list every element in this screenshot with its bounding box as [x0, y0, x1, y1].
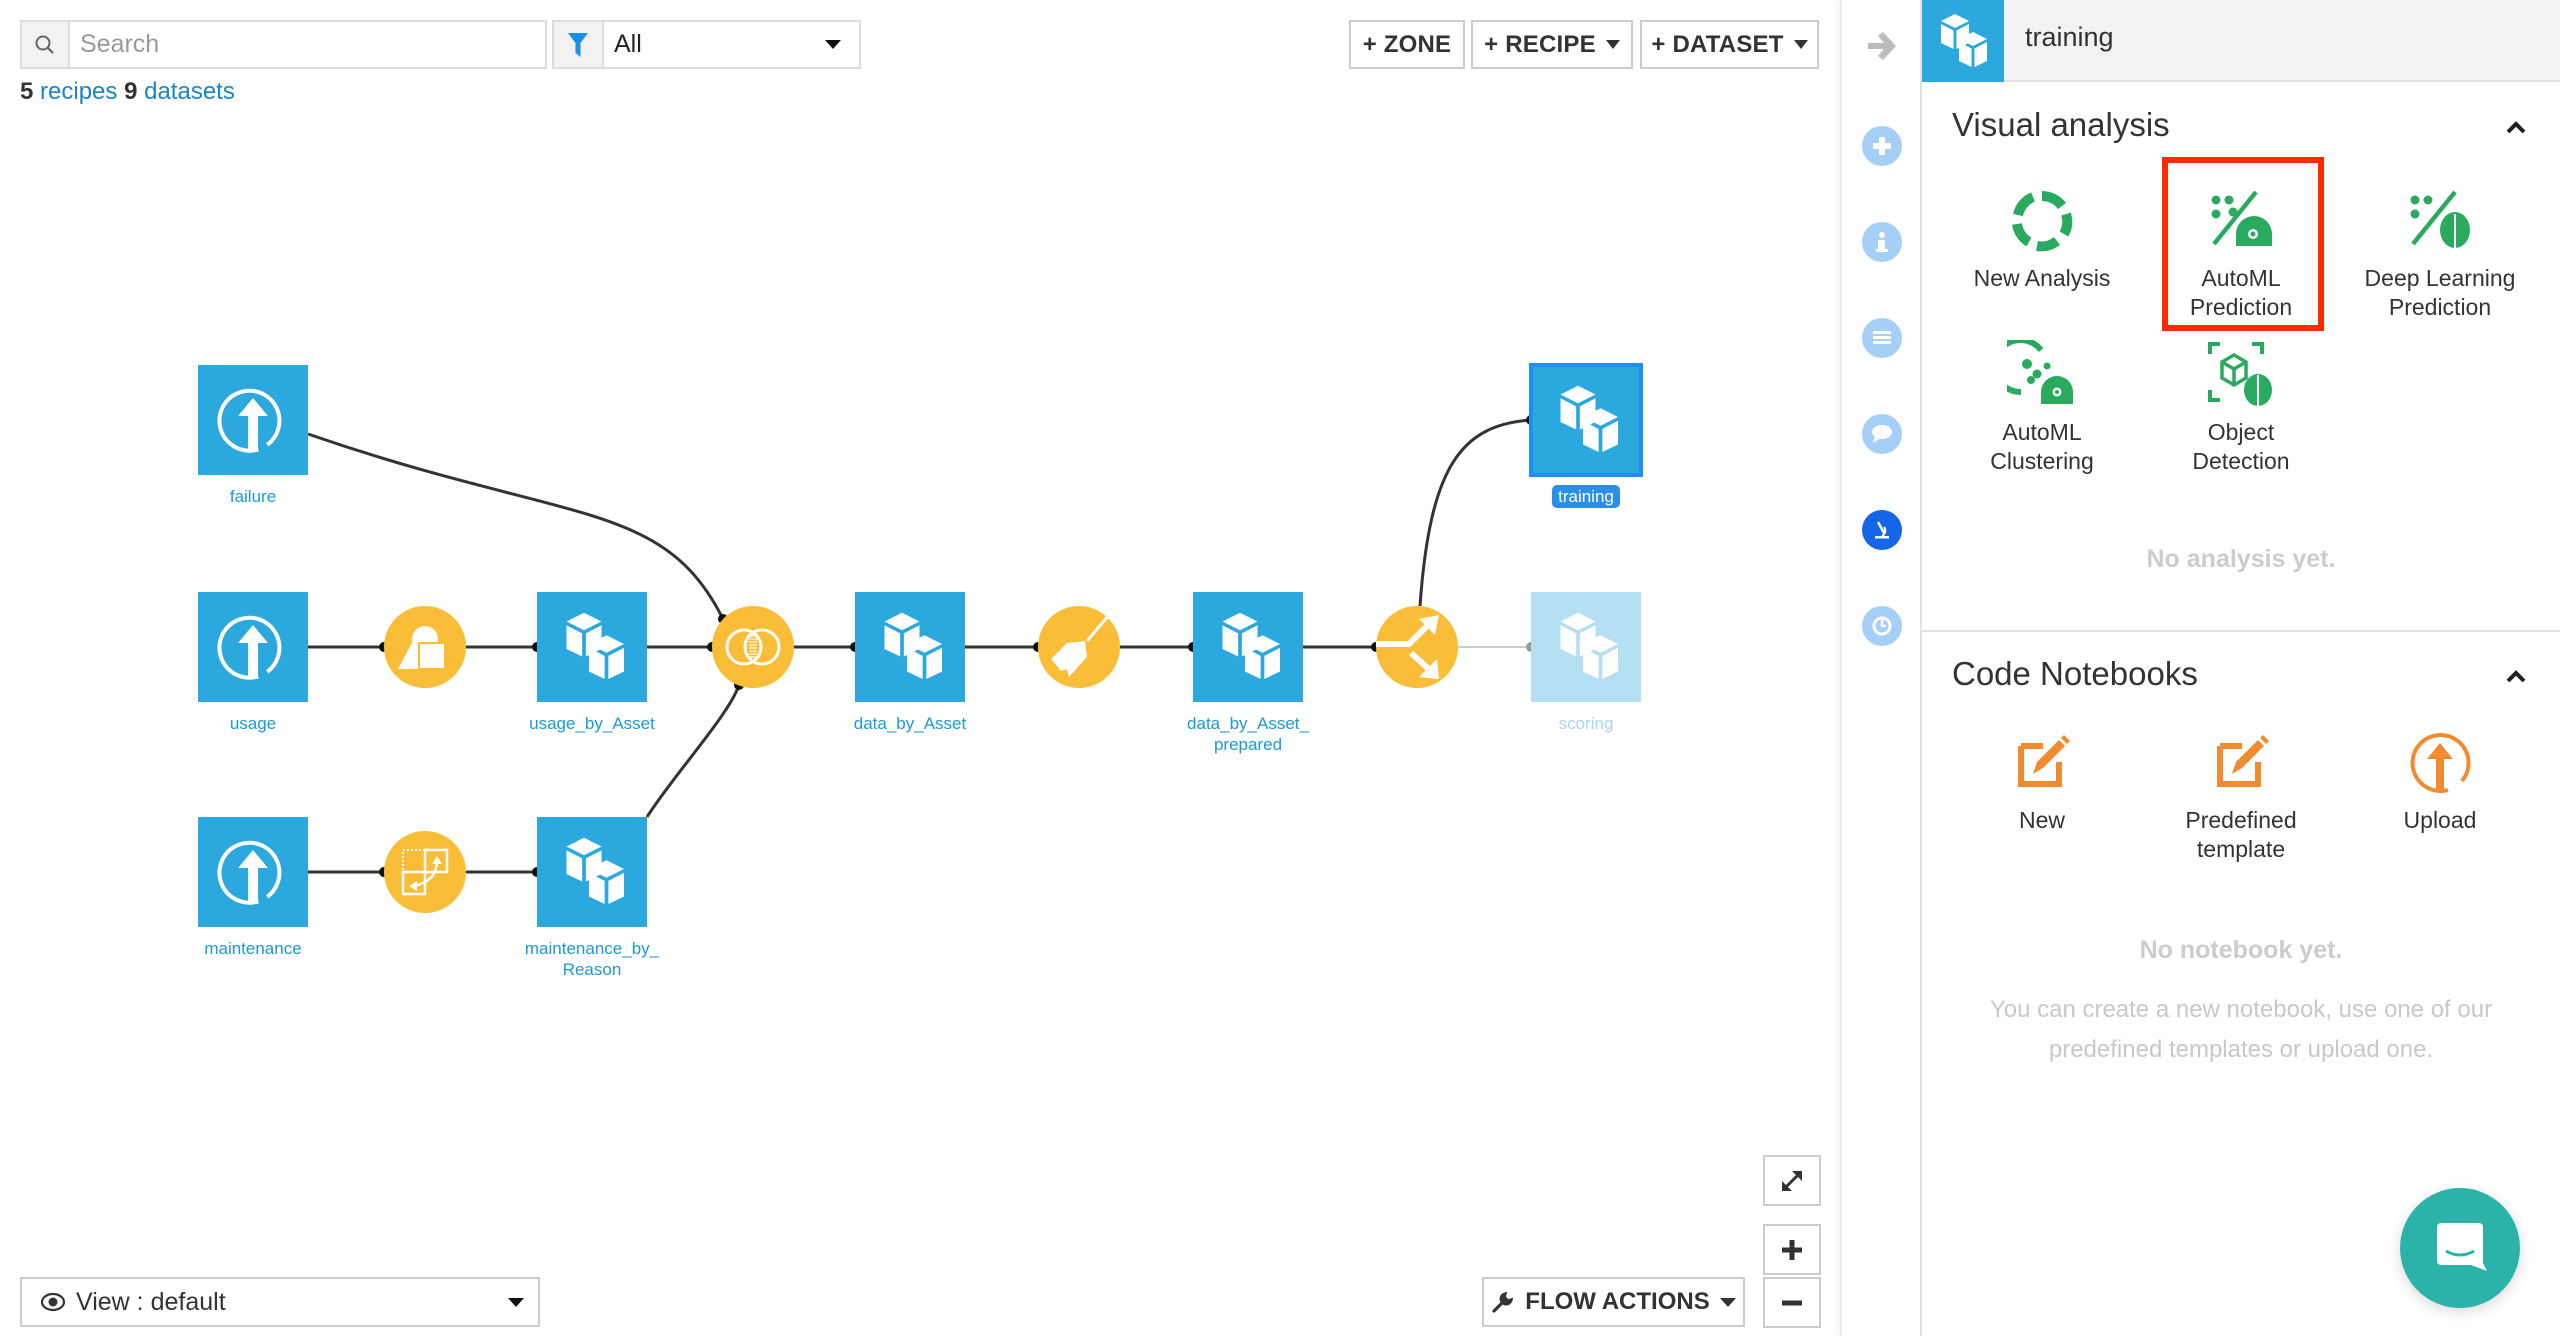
- recipe-node-join[interactable]: [712, 606, 794, 688]
- dataset-label[interactable]: usage: [153, 713, 353, 734]
- automl-clustering-icon: [2007, 340, 2073, 404]
- upload-notebook-label: Upload: [2403, 807, 2477, 833]
- automl-clustering-tile[interactable]: AutoML Clustering: [1952, 340, 2132, 476]
- chat-support-button[interactable]: [2400, 1188, 2520, 1308]
- zoom-in-button[interactable]: [1763, 1224, 1821, 1275]
- rail-schema-button[interactable]: [1862, 318, 1902, 358]
- dataset-node-data_by_Asset[interactable]: [855, 592, 965, 702]
- no-notebook-text: No notebook yet.: [2139, 936, 2343, 964]
- panel-header: training: [1922, 0, 2560, 82]
- visual-analysis-title: Visual analysis: [1952, 106, 2170, 143]
- dataset-label[interactable]: data_by_Asset: [810, 713, 1010, 734]
- deep-learning-prediction-label: Deep Learning Prediction: [2364, 265, 2516, 320]
- flow-graph: [198, 363, 1643, 927]
- upload-notebook-tile[interactable]: Upload: [2350, 728, 2530, 835]
- chat-icon: [2437, 1223, 2487, 1271]
- panel-title: training: [2025, 22, 2114, 52]
- collapse-arrow-icon[interactable]: [1864, 28, 1900, 69]
- recipe-node-pivot[interactable]: [384, 831, 466, 913]
- predefined-template-label: Predefined template: [2185, 807, 2297, 862]
- flow-edge[interactable]: [1418, 418, 1532, 607]
- object-detection-icon: [2208, 342, 2272, 406]
- flow-edge[interactable]: [307, 432, 725, 620]
- minus-icon: [1782, 1300, 1802, 1305]
- fit-to-screen-button[interactable]: [1763, 1155, 1821, 1206]
- schema-icon: [1873, 331, 1891, 344]
- upload-icon: [2410, 733, 2471, 793]
- flow-edge[interactable]: [645, 684, 741, 818]
- dataset-label[interactable]: maintenance_by_ Reason: [492, 938, 692, 980]
- plus-icon: [1782, 1239, 1802, 1260]
- collapse-code-notebooks-chevron-icon[interactable]: [2502, 663, 2530, 691]
- caret-down-icon: [1719, 1297, 1736, 1307]
- recipe-node-group[interactable]: [384, 606, 466, 688]
- deep-learning-prediction-tile[interactable]: Deep Learning Prediction: [2350, 186, 2530, 322]
- eye-icon: [40, 1292, 66, 1312]
- view-label: View : default: [76, 1287, 226, 1316]
- dataset-node-maintenance_by_Reason[interactable]: [537, 817, 647, 927]
- collapse-visual-analysis-chevron-icon[interactable]: [2502, 114, 2530, 142]
- right-rail: [1840, 0, 1922, 1336]
- dataset-label[interactable]: data_by_Asset_ prepared: [1148, 713, 1348, 755]
- discussions-icon: [1872, 425, 1892, 443]
- caret-down-icon: [508, 1297, 524, 1307]
- dataset-node-training[interactable]: [1529, 363, 1643, 477]
- history-icon: [1872, 616, 1892, 636]
- dataset-node-maintenance[interactable]: [198, 817, 308, 927]
- predefined-template-tile[interactable]: Predefined template: [2151, 728, 2331, 864]
- highlight-box: [2162, 157, 2324, 331]
- new-notebook-tile[interactable]: New: [1952, 728, 2132, 835]
- automl-clustering-label: AutoML Clustering: [1990, 419, 2094, 474]
- rail-info-button[interactable]: [1862, 222, 1902, 262]
- rail-discussions-button[interactable]: [1862, 414, 1902, 454]
- new-analysis-icon: [2012, 191, 2073, 252]
- dataset-label[interactable]: maintenance: [153, 938, 353, 959]
- rail-lab-button[interactable]: [1862, 510, 1902, 550]
- deep-learning-prediction-icon: [2410, 190, 2470, 248]
- zoom-out-button[interactable]: [1763, 1277, 1821, 1328]
- new-analysis-label: New Analysis: [1973, 265, 2111, 291]
- dataset-node-usage_by_Asset[interactable]: [537, 592, 647, 702]
- object-detection-label: Object Detection: [2192, 419, 2290, 474]
- flow-actions-label: FLOW ACTIONS: [1525, 1288, 1710, 1315]
- new-analysis-tile[interactable]: New Analysis: [1952, 186, 2132, 293]
- dataset-node-scoring[interactable]: [1531, 592, 1641, 702]
- info-icon: [1876, 232, 1888, 252]
- dataset-node-usage[interactable]: [198, 592, 308, 702]
- rail-history-button[interactable]: [1862, 606, 1902, 646]
- recipe-node-split[interactable]: [1376, 606, 1458, 688]
- edit-icon: [2018, 735, 2070, 787]
- dataset-label[interactable]: training: [1486, 485, 1686, 508]
- dataset-label[interactable]: failure: [153, 486, 353, 507]
- edit-icon: [2217, 735, 2269, 787]
- no-notebook-description: You can create a new notebook, use one o…: [1989, 996, 2493, 1063]
- new-notebook-label: New: [2018, 807, 2065, 833]
- lab-icon: [1875, 521, 1889, 539]
- dataset-label[interactable]: scoring: [1486, 713, 1686, 734]
- code-notebooks-title: Code Notebooks: [1952, 655, 2198, 692]
- dataset-node-failure[interactable]: [198, 365, 308, 475]
- dataset-node-data_by_Asset_prepared[interactable]: [1193, 592, 1303, 702]
- flow-canvas[interactable]: All 5 recipes 9 datasets + ZONE + RECIPE…: [0, 0, 1840, 1336]
- dataset-label[interactable]: usage_by_Asset: [492, 713, 692, 734]
- wrench-icon: [1492, 1291, 1514, 1313]
- section-divider: [1922, 630, 2560, 632]
- add-icon: [1873, 137, 1891, 155]
- view-selector[interactable]: View : default: [20, 1277, 540, 1327]
- recipe-node-prepare[interactable]: [1038, 606, 1120, 688]
- flow-actions-button[interactable]: FLOW ACTIONS: [1482, 1277, 1745, 1327]
- dataset-icon: [1922, 0, 2004, 82]
- no-analysis-text: No analysis yet.: [2146, 545, 2336, 573]
- rail-add-button[interactable]: [1862, 126, 1902, 166]
- object-detection-tile[interactable]: Object Detection: [2151, 340, 2331, 476]
- expand-icon: [1782, 1170, 1802, 1191]
